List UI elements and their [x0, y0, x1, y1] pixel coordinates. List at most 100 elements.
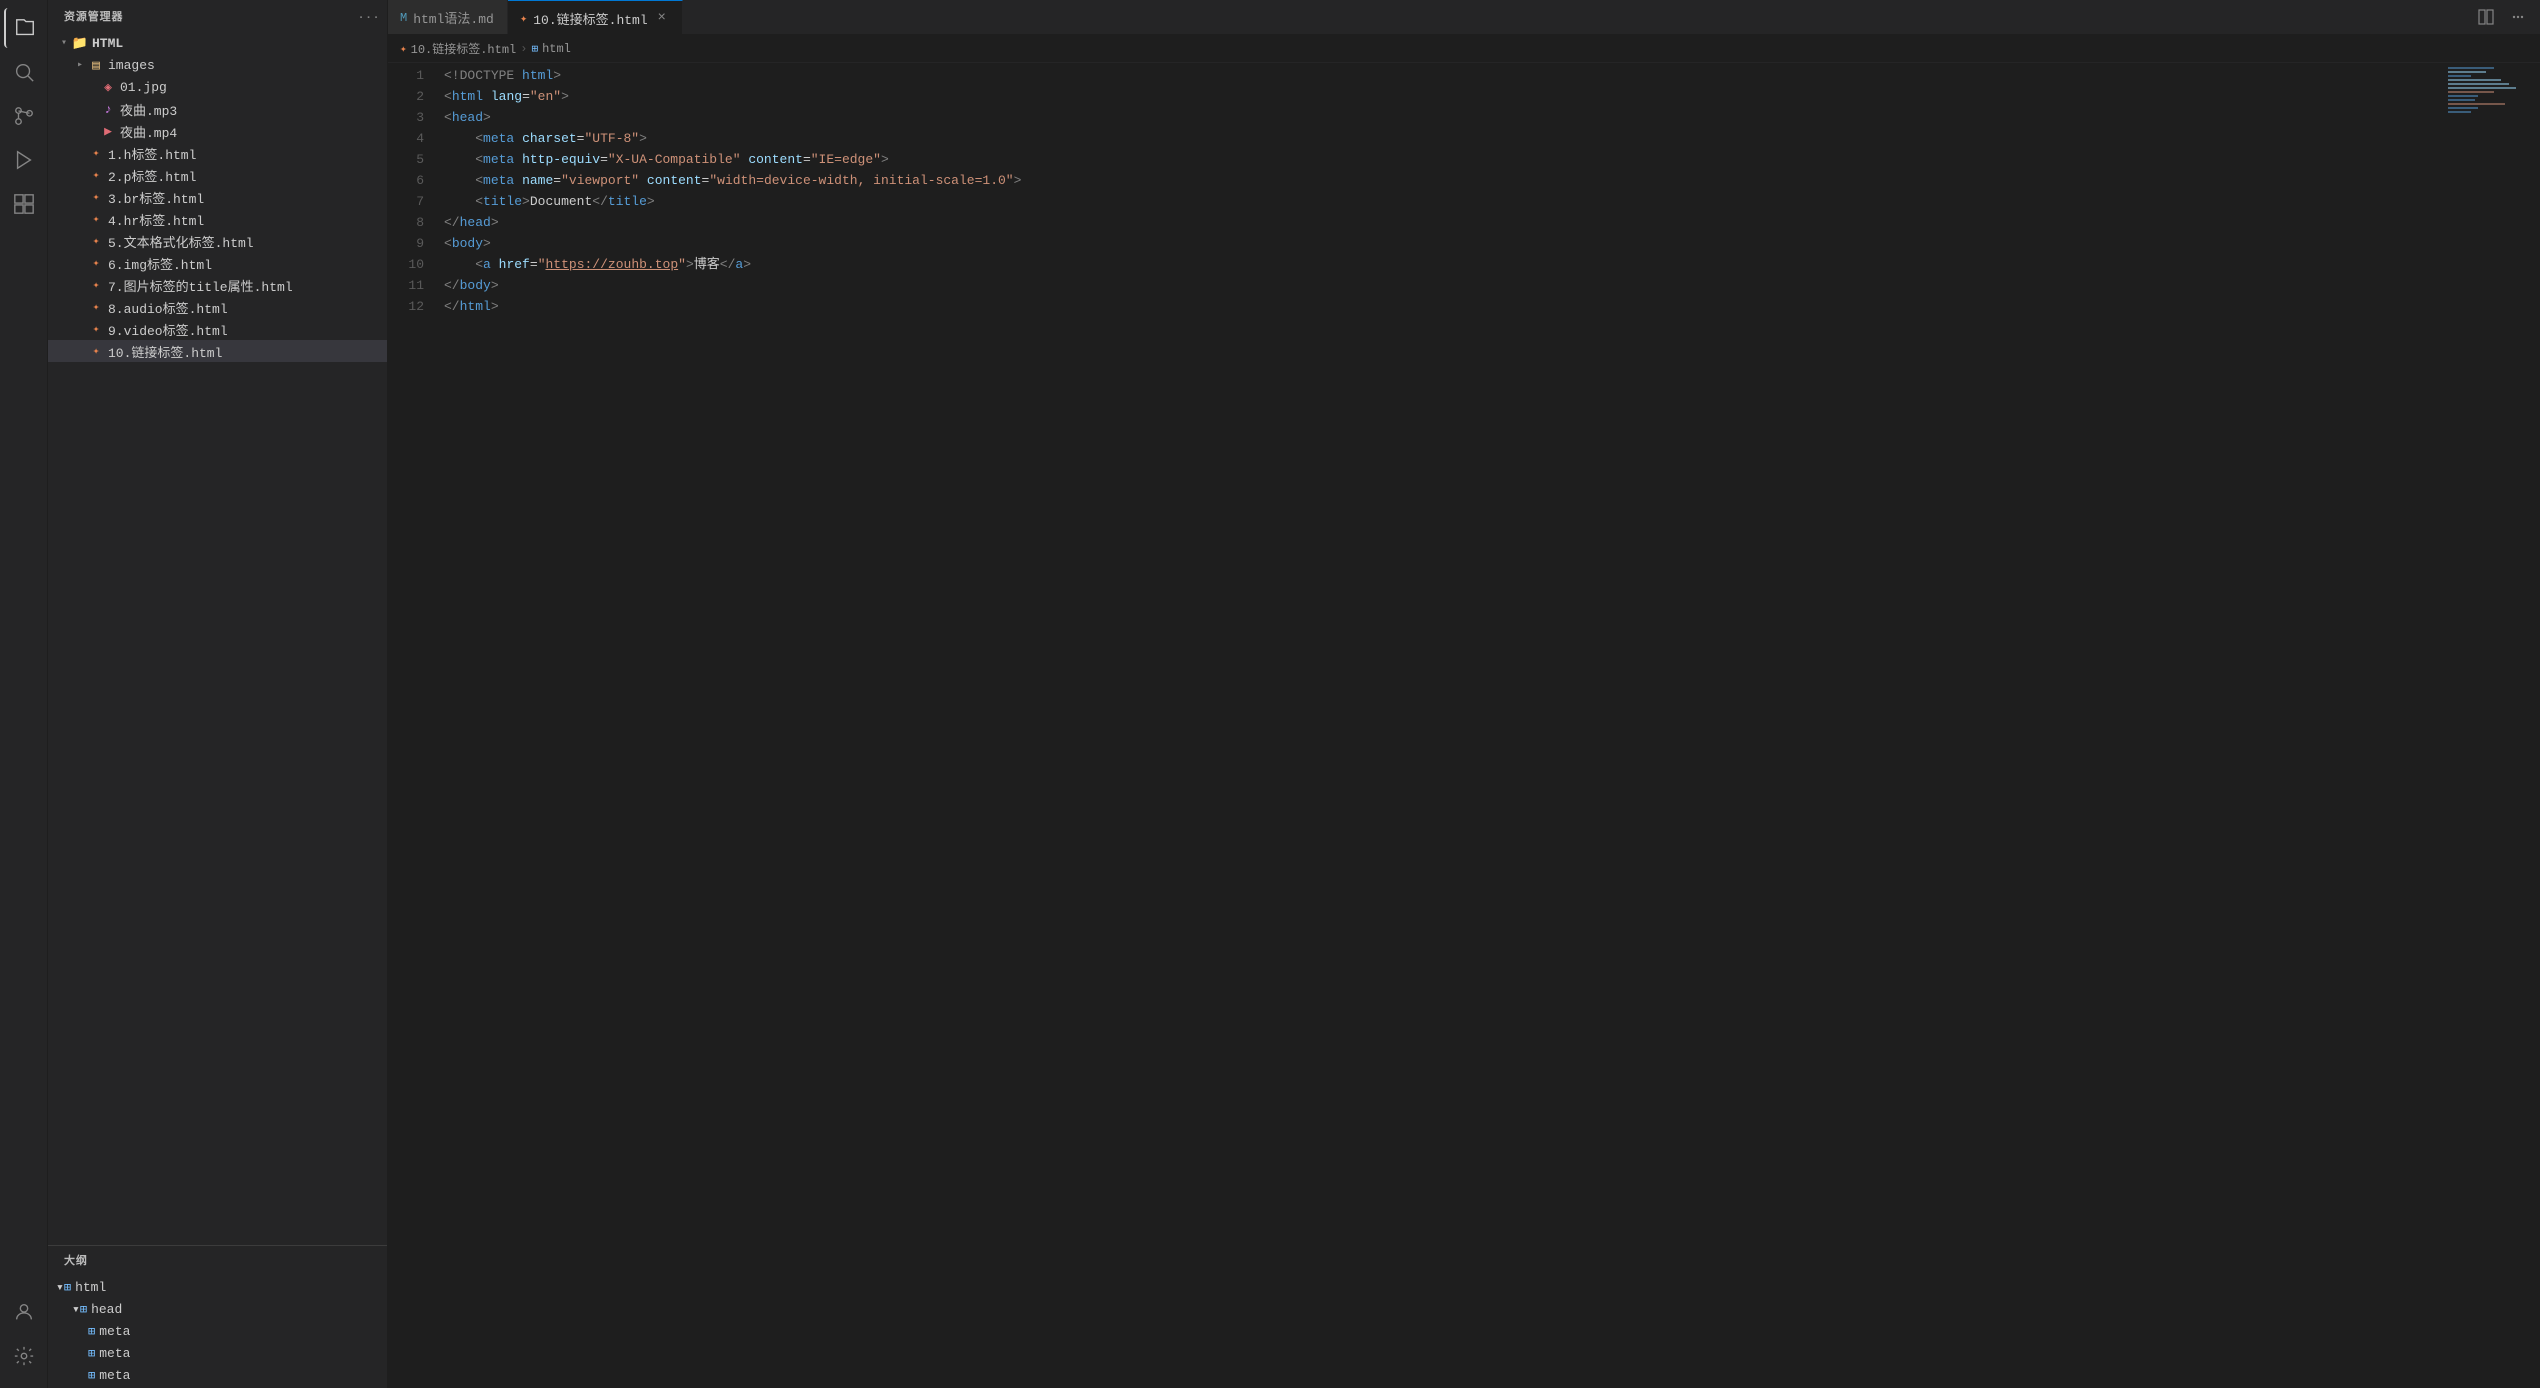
outline-item-html[interactable]: ▾ ⊞ html — [48, 1276, 387, 1298]
token: content — [748, 149, 803, 170]
file-item-1[interactable]: ✦ 1.h标签.html — [48, 142, 387, 164]
token: html — [452, 86, 483, 107]
token: </ — [444, 212, 460, 233]
tab-bar-actions — [2472, 0, 2540, 34]
folder-icon: 📁 — [72, 35, 88, 51]
file-item-01jpg[interactable]: ◈ 01.jpg — [48, 76, 387, 98]
spacer — [72, 321, 88, 337]
token: charset — [522, 128, 577, 149]
token: html — [460, 296, 491, 317]
token: > — [1014, 170, 1022, 191]
code-area[interactable]: <!DOCTYPE html> <html lang="en"> <head> … — [440, 63, 2446, 1388]
breadcrumb-filename: 10.链接标签.html — [411, 40, 517, 57]
activity-bar — [0, 0, 48, 1388]
token: > — [491, 212, 499, 233]
file-item-3[interactable]: ✦ 3.br标签.html — [48, 186, 387, 208]
minimap — [2446, 63, 2526, 1388]
outline-item-head[interactable]: ▾ ⊞ head — [48, 1298, 387, 1320]
token: "width=device-width, initial-scale=1.0" — [709, 170, 1013, 191]
tab-md-icon: M — [400, 11, 407, 25]
account-activity-icon[interactable] — [4, 1292, 44, 1332]
file-item-5[interactable]: ✦ 5.文本格式化标签.html — [48, 230, 387, 252]
chevron-down-icon: ▾ — [56, 35, 72, 51]
explorer-header[interactable]: 资源管理器 ... — [48, 0, 387, 32]
html-icon-1: ✦ — [88, 145, 104, 161]
outline-item-meta2[interactable]: ⊞ meta — [48, 1342, 387, 1364]
tab-close-button[interactable]: × — [654, 10, 670, 26]
tab-html[interactable]: ✦ 10.链接标签.html × — [508, 0, 683, 35]
file-item-mp3[interactable]: ♪ 夜曲.mp3 — [48, 98, 387, 120]
token: = — [530, 254, 538, 275]
token: > — [561, 86, 569, 107]
file-item-7[interactable]: ✦ 7.图片标签的title属性.html — [48, 274, 387, 296]
chevron-right-icon: ▸ — [72, 57, 88, 73]
tab-md-label: html语法.md — [413, 8, 494, 27]
token: > — [686, 254, 694, 275]
explorer-activity-icon[interactable] — [4, 8, 44, 48]
scrollbar[interactable] — [2526, 63, 2540, 1388]
file-item-mp4[interactable]: ▶ 夜曲.mp4 — [48, 120, 387, 142]
outline-item-meta3[interactable]: ⊞ meta — [48, 1364, 387, 1386]
file-name-9: 9.video标签.html — [108, 320, 228, 339]
file-item-10[interactable]: ✦ 10.链接标签.html — [48, 340, 387, 362]
breadcrumb-file[interactable]: ✦ 10.链接标签.html — [400, 40, 516, 57]
file-name-5: 5.文本格式化标签.html — [108, 232, 254, 251]
line-num-9: 9 — [388, 233, 424, 254]
breadcrumb: ✦ 10.链接标签.html › ⊞ html — [388, 35, 2540, 63]
file-item-4[interactable]: ✦ 4.hr标签.html — [48, 208, 387, 230]
token: = — [577, 128, 585, 149]
token — [514, 65, 522, 86]
jpg-icon: ◈ — [100, 79, 116, 95]
token: 博客 — [694, 254, 720, 275]
settings-activity-icon[interactable] — [4, 1336, 44, 1376]
token: > — [491, 296, 499, 317]
breadcrumb-html[interactable]: ⊞ html — [531, 42, 570, 56]
file-item-6[interactable]: ✦ 6.img标签.html — [48, 252, 387, 274]
source-control-activity-icon[interactable] — [4, 96, 44, 136]
token: html — [522, 65, 553, 86]
token: = — [553, 170, 561, 191]
file-item-2[interactable]: ✦ 2.p标签.html — [48, 164, 387, 186]
folder-images[interactable]: ▸ ▤ images — [48, 54, 387, 76]
editor-area: M html语法.md ✦ 10.链接标签.html × ✦ — [388, 0, 2540, 1388]
file-item-8[interactable]: ✦ 8.audio标签.html — [48, 296, 387, 318]
extensions-activity-icon[interactable] — [4, 184, 44, 224]
split-editor-button[interactable] — [2472, 3, 2500, 31]
folder-name-html: HTML — [92, 36, 123, 51]
token — [514, 128, 522, 149]
token: > — [553, 65, 561, 86]
file-name-8: 8.audio标签.html — [108, 298, 228, 317]
outline-header[interactable]: 大纲 — [48, 1246, 387, 1274]
token: DOCTYPE — [460, 65, 515, 86]
html-icon-7: ✦ — [88, 277, 104, 293]
html-icon-3: ✦ — [88, 189, 104, 205]
run-activity-icon[interactable] — [4, 140, 44, 180]
token — [444, 170, 475, 191]
breadcrumb-file-icon: ✦ — [400, 42, 407, 56]
line-num-7: 7 — [388, 191, 424, 212]
more-actions-button[interactable] — [2504, 3, 2532, 31]
html-icon-2: ✦ — [88, 167, 104, 183]
folder-html[interactable]: ▾ 📁 HTML — [48, 32, 387, 54]
token — [491, 254, 499, 275]
outline-head-icon: ⊞ — [80, 1302, 87, 1317]
token: meta — [483, 128, 514, 149]
code-line-10: <a href="https://zouhb.top">博客</a> — [440, 254, 2446, 275]
line-num-3: 3 — [388, 107, 424, 128]
outline-meta3-icon: ⊞ — [88, 1368, 95, 1383]
tab-html-label: 10.链接标签.html — [533, 9, 647, 28]
tab-md[interactable]: M html语法.md — [388, 0, 508, 35]
token: a — [735, 254, 743, 275]
outline-chevron-head: ▾ — [72, 1302, 80, 1317]
explorer-more-button[interactable]: ... — [359, 6, 379, 26]
file-item-9[interactable]: ✦ 9.video标签.html — [48, 318, 387, 340]
outline-item-meta1[interactable]: ⊞ meta — [48, 1320, 387, 1342]
code-line-5: <meta http-equiv="X-UA-Compatible" conte… — [440, 149, 2446, 170]
token: head — [452, 107, 483, 128]
html-icon-6: ✦ — [88, 255, 104, 271]
editor-content: 1 2 3 4 5 6 7 8 9 10 11 12 <!DOCTYPE htm… — [388, 63, 2540, 1388]
html-icon-5: ✦ — [88, 233, 104, 249]
outline-meta2-icon: ⊞ — [88, 1346, 95, 1361]
search-activity-icon[interactable] — [4, 52, 44, 92]
file-name-3: 3.br标签.html — [108, 188, 204, 207]
